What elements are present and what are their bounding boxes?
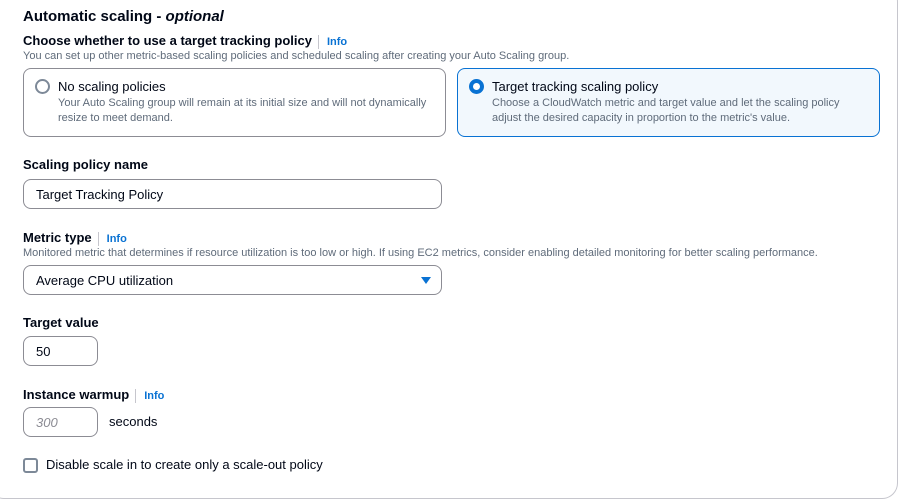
option-target-tracking-policy[interactable]: Target tracking scaling policy Choose a … xyxy=(457,68,880,137)
option-title: Target tracking scaling policy xyxy=(492,79,659,94)
caret-down-icon xyxy=(421,277,431,284)
metric-type-select[interactable]: Average CPU utilization xyxy=(23,265,442,295)
tracking-choice-info-link[interactable]: Info xyxy=(317,35,347,49)
disable-scale-in-label[interactable]: Disable scale in to create only a scale-… xyxy=(46,457,323,472)
instance-warmup-unit: seconds xyxy=(109,414,158,429)
instance-warmup-label: Instance warmup xyxy=(23,387,130,402)
tracking-choice-label: Choose whether to use a target tracking … xyxy=(23,33,312,48)
option-description: Your Auto Scaling group will remain at i… xyxy=(58,97,427,124)
metric-type-selected-value: Average CPU utilization xyxy=(36,272,174,288)
radio-target-tracking-policy[interactable] xyxy=(469,79,484,94)
metric-type-info-link[interactable]: Info xyxy=(97,232,127,246)
policy-name-input[interactable]: Target Tracking Policy xyxy=(23,179,442,209)
policy-name-label: Scaling policy name xyxy=(23,157,148,172)
tracking-choice-header: Choose whether to use a target tracking … xyxy=(23,32,347,50)
instance-warmup-header: Instance warmup Info xyxy=(23,386,164,404)
radio-no-scaling-policies[interactable] xyxy=(35,79,50,94)
section-title: Automatic scaling - optional xyxy=(23,8,224,25)
target-value-input[interactable]: 50 xyxy=(23,336,98,366)
option-description: Choose a CloudWatch metric and target va… xyxy=(492,97,840,124)
target-value-label: Target value xyxy=(23,315,99,330)
instance-warmup-input[interactable]: 300 xyxy=(23,407,98,437)
option-no-scaling-policies[interactable]: No scaling policies Your Auto Scaling gr… xyxy=(23,68,446,137)
tracking-choice-description: You can set up other metric-based scalin… xyxy=(23,50,570,62)
option-title: No scaling policies xyxy=(58,79,166,94)
instance-warmup-info-link[interactable]: Info xyxy=(135,389,164,403)
optional-tag: optional xyxy=(165,8,224,25)
metric-type-label: Metric type xyxy=(23,230,92,245)
metric-type-header: Metric type Info xyxy=(23,229,127,247)
disable-scale-in-checkbox[interactable] xyxy=(23,458,38,473)
metric-type-description: Monitored metric that determines if reso… xyxy=(23,247,818,259)
